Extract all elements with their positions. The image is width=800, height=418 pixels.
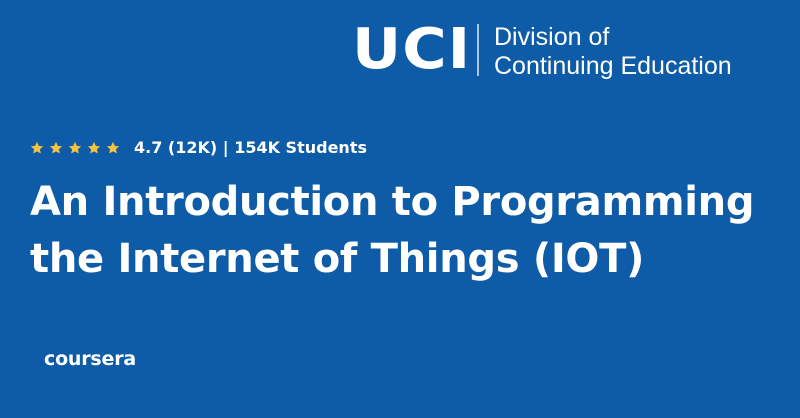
star-rating	[30, 141, 120, 155]
logo-text-line1: Division of	[494, 23, 610, 51]
logo-text-line2: Continuing Education	[494, 52, 732, 80]
course-title-line2: the Internet of Things (IOT)	[30, 236, 645, 282]
logo-text: Division of Continuing Education	[494, 23, 732, 81]
logo-divider	[477, 24, 479, 76]
course-title: An Introduction to Programming the Inter…	[30, 174, 780, 288]
star-icon	[30, 141, 44, 154]
star-icon	[49, 141, 63, 154]
star-icon	[87, 141, 101, 154]
rating-summary: 4.7 (12K) | 154K Students	[134, 138, 367, 157]
course-banner: UCI Division of Continuing Education 4.7…	[0, 0, 800, 418]
star-icon	[68, 141, 82, 154]
coursera-logo: coursera	[44, 348, 136, 370]
star-icon	[106, 141, 120, 154]
uci-dce-logo: UCI Division of Continuing Education	[352, 22, 772, 82]
uci-logo-mark: UCI	[352, 17, 472, 82]
rating-row: 4.7 (12K) | 154K Students	[30, 136, 367, 160]
course-title-line1: An Introduction to Programming	[30, 179, 755, 225]
